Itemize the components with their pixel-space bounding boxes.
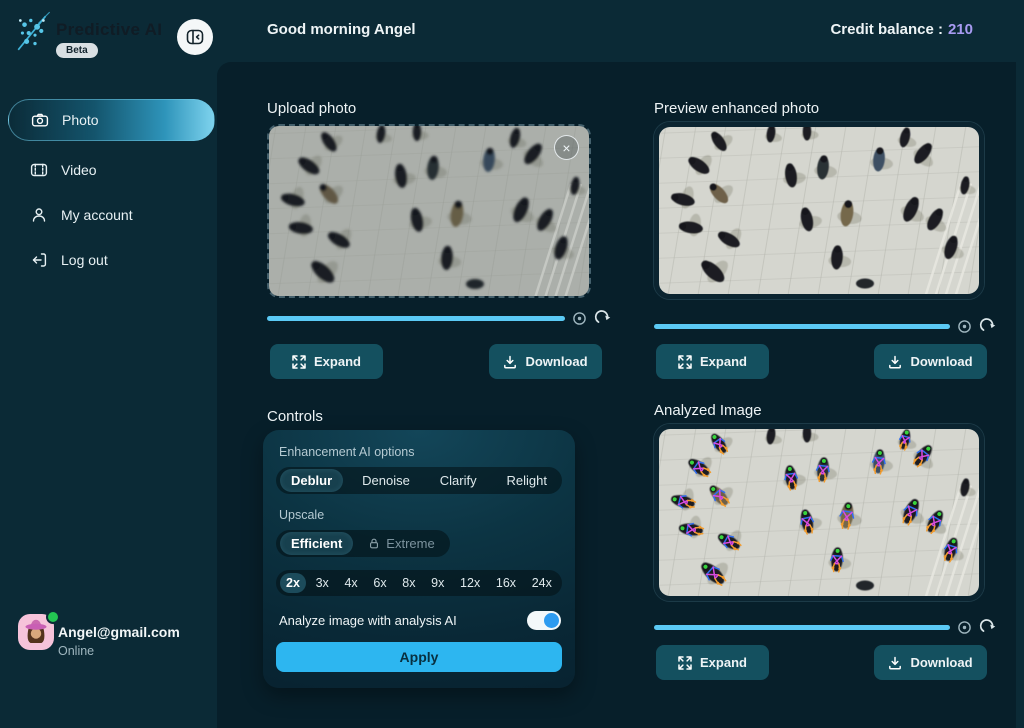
enhanced-photo[interactable] xyxy=(654,122,984,299)
brand: Predictive AI Beta xyxy=(14,10,162,58)
multiplier-option[interactable]: 24x xyxy=(526,573,558,593)
controls-section-title: Controls xyxy=(267,408,323,425)
download-button-label: Download xyxy=(525,354,587,369)
logout-icon xyxy=(30,251,48,269)
main-content: Upload photo × Expand xyxy=(217,62,1016,728)
analyzed-slider-row xyxy=(654,618,1004,636)
multiplier-option[interactable]: 12x xyxy=(454,573,486,593)
slider-target-icon[interactable] xyxy=(957,620,972,635)
multiplier-option[interactable]: 8x xyxy=(396,573,421,593)
remove-photo-button[interactable]: × xyxy=(554,135,579,160)
preview-section-title: Preview enhanced photo xyxy=(654,100,819,117)
sidebar-item-label: Log out xyxy=(61,252,108,268)
sidebar-item-photo[interactable]: Photo xyxy=(8,99,215,141)
sidebar-item-my-account[interactable]: My account xyxy=(8,196,215,234)
apply-button[interactable]: Apply xyxy=(276,642,562,672)
enhancement-option[interactable]: Relight xyxy=(496,469,558,492)
expand-icon xyxy=(292,355,306,369)
expand-icon xyxy=(678,656,692,670)
account-email: Angel@gmail.com xyxy=(58,624,180,640)
upload-slider-row xyxy=(267,309,617,327)
app-root: Predictive AI Beta Good morning Angel Cr… xyxy=(0,0,1024,728)
beta-badge: Beta xyxy=(56,43,98,58)
sidebar-item-label: Photo xyxy=(62,112,99,128)
download-icon xyxy=(888,355,902,369)
online-status-dot xyxy=(46,610,60,624)
toggle-knob xyxy=(544,613,559,628)
preview-download-button[interactable]: Download xyxy=(874,344,987,379)
sidebar-item-video[interactable]: Video xyxy=(8,151,215,189)
upload-strength-slider[interactable] xyxy=(267,316,565,321)
analyzed-section-title: Analyzed Image xyxy=(654,402,762,419)
analyzed-strength-slider[interactable] xyxy=(654,625,950,630)
download-button-label: Download xyxy=(910,655,972,670)
expand-button-label: Expand xyxy=(700,354,747,369)
expand-icon xyxy=(678,355,692,369)
enhancement-option[interactable]: Denoise xyxy=(351,469,421,492)
multiplier-option[interactable]: 9x xyxy=(425,573,450,593)
multiplier-option[interactable]: 6x xyxy=(367,573,392,593)
upload-section-title: Upload photo xyxy=(267,100,356,117)
sidebar-collapse-button[interactable] xyxy=(177,19,213,55)
redo-icon[interactable] xyxy=(594,309,613,327)
slider-target-icon[interactable] xyxy=(572,311,587,326)
controls-panel: Enhancement AI options Deblur Denoise Clar… xyxy=(263,430,575,688)
credit-balance: Credit balance : 210 xyxy=(830,21,973,38)
redo-icon[interactable] xyxy=(979,317,998,335)
credit-balance-label: Credit balance : xyxy=(830,21,943,38)
multiplier-option[interactable]: 16x xyxy=(490,573,522,593)
sidebar-item-label: Video xyxy=(61,162,97,178)
analyze-ai-toggle[interactable] xyxy=(527,611,561,630)
analyzed-download-button[interactable]: Download xyxy=(874,645,987,680)
download-icon xyxy=(503,355,517,369)
brand-logo-icon xyxy=(14,10,56,54)
upload-download-button[interactable]: Download xyxy=(489,344,602,379)
account-status: Online xyxy=(58,644,94,658)
user-icon xyxy=(30,206,48,224)
enhancement-option[interactable]: Clarify xyxy=(429,469,488,492)
analyzed-photo-image xyxy=(659,429,979,596)
sidebar-item-log-out[interactable]: Log out xyxy=(8,241,215,279)
enhancement-options-label: Enhancement AI options xyxy=(279,445,415,459)
upscale-extreme-option[interactable]: Extreme xyxy=(357,532,445,555)
greeting-text: Good morning Angel xyxy=(267,21,416,38)
download-button-label: Download xyxy=(910,354,972,369)
multiplier-option[interactable]: 2x xyxy=(280,573,306,593)
preview-expand-button[interactable]: Expand xyxy=(656,344,769,379)
brand-name: Predictive AI xyxy=(56,20,162,40)
credit-balance-value: 210 xyxy=(948,21,973,38)
sidebar-item-label: My account xyxy=(61,207,133,223)
upscale-mode-group: Efficient Extreme xyxy=(276,530,450,557)
analyze-toggle-label: Analyze image with analysis AI xyxy=(279,613,457,628)
upload-expand-button[interactable]: Expand xyxy=(270,344,383,379)
enhancement-options-group: Deblur Denoise Clarify Relight xyxy=(276,467,562,494)
preview-slider-row xyxy=(654,317,1004,335)
multiplier-option[interactable]: 3x xyxy=(310,573,335,593)
collapse-sidebar-icon xyxy=(186,28,204,46)
slider-target-icon[interactable] xyxy=(957,319,972,334)
enhanced-photo-image xyxy=(659,127,979,294)
upscale-label: Upscale xyxy=(279,508,324,522)
close-icon: × xyxy=(562,141,570,155)
multiplier-option[interactable]: 4x xyxy=(338,573,363,593)
enhancement-option[interactable]: Deblur xyxy=(280,469,343,492)
redo-icon[interactable] xyxy=(979,618,998,636)
analyzed-expand-button[interactable]: Expand xyxy=(656,645,769,680)
download-icon xyxy=(888,656,902,670)
uploaded-photo[interactable]: × xyxy=(267,124,591,298)
upscale-efficient-option[interactable]: Efficient xyxy=(280,532,353,555)
video-icon xyxy=(30,161,48,179)
camera-icon xyxy=(31,111,49,129)
upscale-multiplier-group: 2x3x4x6x8x9x12x16x24x xyxy=(276,570,562,596)
expand-button-label: Expand xyxy=(700,655,747,670)
preview-strength-slider[interactable] xyxy=(654,324,950,329)
analyzed-photo[interactable] xyxy=(654,424,984,601)
uploaded-photo-image xyxy=(269,126,589,296)
expand-button-label: Expand xyxy=(314,354,361,369)
lock-icon xyxy=(368,537,380,550)
